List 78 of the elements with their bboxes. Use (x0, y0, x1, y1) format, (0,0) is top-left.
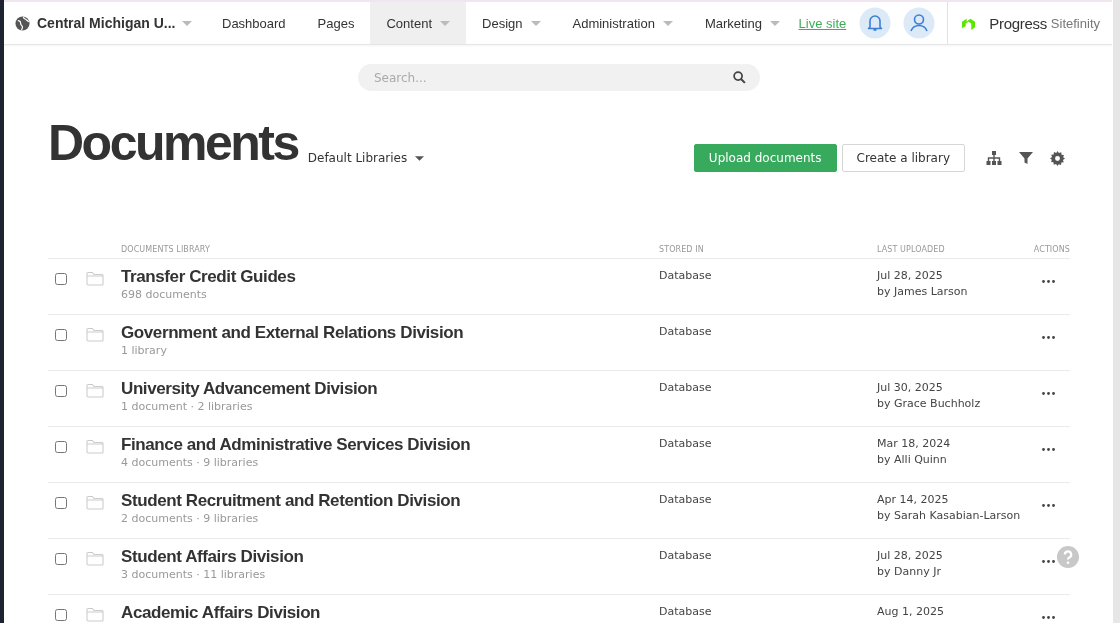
bell-icon[interactable] (859, 7, 892, 39)
column-header: ACTIONS (1032, 245, 1070, 254)
settings-icon[interactable] (1050, 150, 1065, 166)
upload-date: Apr 14, 2025 (877, 492, 950, 508)
library-link[interactable]: Student Recruitment and Retention Division (121, 491, 659, 511)
library-link[interactable]: Academic Affairs Division (121, 603, 659, 623)
library-link[interactable]: Transfer Credit Guides (121, 267, 659, 287)
folder-icon (86, 271, 104, 286)
create-button[interactable]: Create a library (841, 144, 965, 172)
filter-icon[interactable] (1019, 151, 1033, 165)
scrollbar[interactable] (1113, 0, 1120, 623)
more-icon[interactable] (1042, 560, 1055, 563)
stored-in-text: Database (659, 548, 713, 564)
uploader-name: by James Larson (877, 284, 969, 300)
nav-tab[interactable]: Dashboard (206, 2, 302, 44)
upload-date: Aug 1, 2025 (877, 604, 945, 620)
uploader-name: by Grace Buchholz (877, 396, 982, 412)
site-selector[interactable]: Central Michigan U... (37, 15, 176, 31)
row-checkbox[interactable] (55, 441, 67, 453)
globe-icon (15, 15, 30, 31)
library-selector[interactable]: Default Libraries (307, 151, 425, 165)
upload-date: Mar 18, 2024 (877, 436, 952, 452)
row-checkbox[interactable] (55, 273, 67, 285)
product-name: Sitefinity (1050, 15, 1100, 31)
nav-tab[interactable]: Content (370, 2, 467, 44)
uploader-name: by Sarah Kasabian-Larson (877, 508, 1022, 524)
user-icon[interactable] (903, 7, 936, 39)
logo-icon (962, 16, 976, 30)
upload-date: Jul 30, 2025 (877, 380, 944, 396)
stored-in-text: Database (659, 604, 713, 620)
folder-icon (86, 607, 104, 622)
library-link[interactable]: Finance and Administrative Services Division (121, 435, 659, 455)
more-icon[interactable] (1042, 280, 1055, 283)
row-checkbox[interactable] (55, 385, 67, 397)
nav-tab[interactable]: Pages (301, 2, 371, 44)
library-link[interactable]: Student Affairs Division (121, 547, 659, 567)
folder-icon (86, 327, 104, 342)
library-count: 1 document · 2 libraries (121, 400, 254, 413)
row-checkbox[interactable] (55, 329, 67, 341)
search-field[interactable]: Search... (358, 64, 760, 91)
nav-tab[interactable]: Administration (556, 2, 689, 44)
more-icon[interactable] (1042, 392, 1055, 395)
library-count: 2 documents · 9 libraries (121, 512, 260, 525)
library-link[interactable]: University Advancement Division (121, 379, 659, 399)
folder-icon (86, 439, 104, 454)
folder-icon (86, 495, 104, 510)
more-icon[interactable] (1042, 616, 1055, 619)
stored-in-text: Database (659, 268, 713, 284)
library-count: 1 library (121, 344, 168, 357)
nav-tab[interactable]: Design (466, 2, 557, 44)
stored-in-text: Database (659, 436, 713, 452)
more-icon[interactable] (1042, 336, 1055, 339)
column-header: STORED IN (659, 245, 705, 254)
folder-icon (86, 551, 104, 566)
stored-in-text: Database (659, 324, 713, 340)
nav-tab[interactable]: Marketing (688, 2, 796, 44)
more-icon[interactable] (1042, 448, 1055, 451)
more-icon[interactable] (1042, 504, 1055, 507)
uploader-name: by Alli Quinn (877, 452, 948, 468)
library-link[interactable]: Government and External Relations Division (121, 323, 659, 343)
page-title: Documents (48, 114, 298, 173)
caret-icon (415, 155, 425, 161)
upload-date: Jul 28, 2025 (877, 548, 944, 564)
uploader-name: by Danny Jr (877, 564, 942, 580)
hierarchy-icon[interactable] (986, 150, 1002, 166)
library-count: 698 documents (121, 288, 208, 301)
library-count: 4 documents · 9 libraries (121, 456, 260, 469)
row-checkbox[interactable] (55, 553, 67, 565)
column-header: LAST UPLOADED (877, 245, 946, 254)
library-count: 3 documents · 11 libraries (121, 568, 267, 581)
column-header: DOCUMENTS LIBRARY (121, 245, 211, 254)
upload-date: Jul 28, 2025 (877, 268, 944, 284)
row-checkbox[interactable] (55, 497, 67, 509)
brand-name: Progress (989, 14, 1047, 32)
folder-icon (86, 383, 104, 398)
stored-in-text: Database (659, 380, 713, 396)
row-checkbox[interactable] (55, 609, 67, 621)
stored-in-text: Database (659, 492, 713, 508)
